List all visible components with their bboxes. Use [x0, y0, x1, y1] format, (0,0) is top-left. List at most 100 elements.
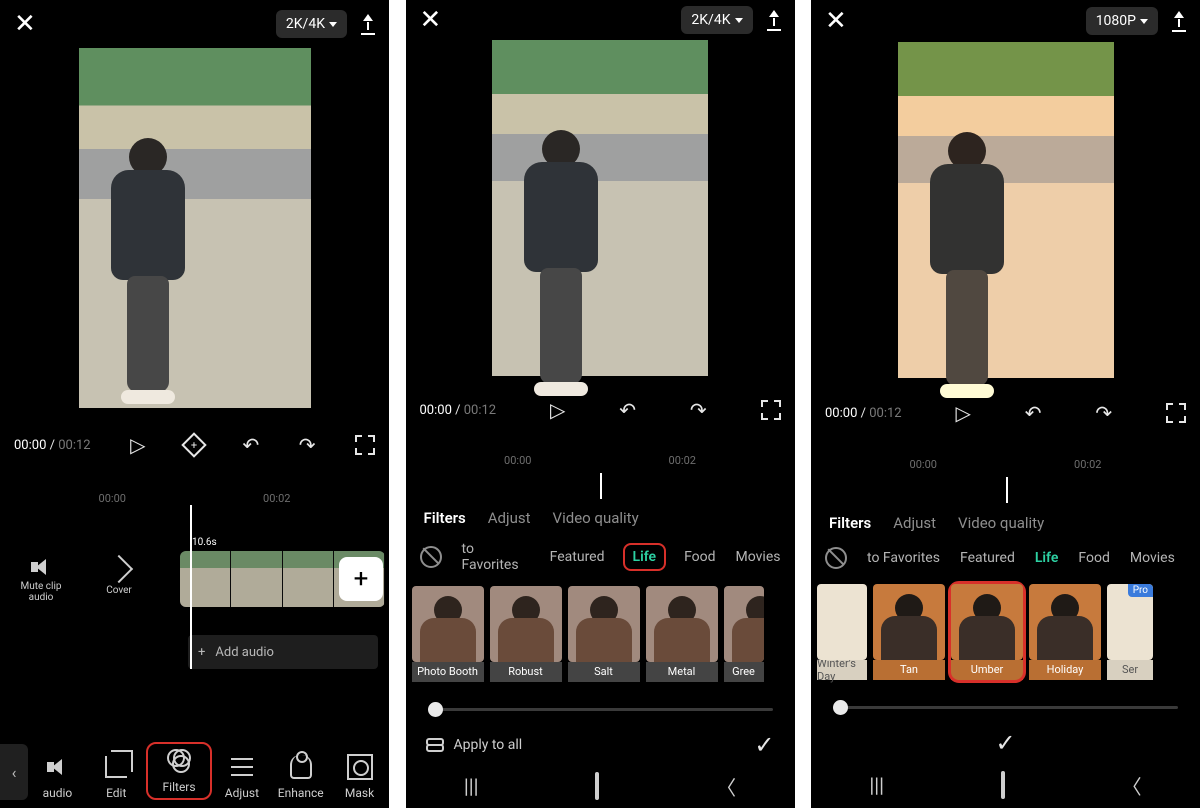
- nav-back-icon[interactable]: 〈: [1122, 771, 1142, 800]
- undo-icon[interactable]: ↶: [619, 398, 636, 422]
- tool-enhance[interactable]: Enhance: [271, 754, 330, 800]
- cat-food[interactable]: Food: [1078, 550, 1109, 566]
- close-icon[interactable]: ✕: [420, 7, 442, 33]
- no-filter-icon[interactable]: [420, 546, 442, 568]
- cat-movies[interactable]: Movies: [1130, 550, 1175, 566]
- filter-ser[interactable]: ProSer: [1107, 584, 1153, 680]
- filter-salt[interactable]: Salt: [568, 586, 640, 682]
- phone-screen-2: ✕ 2K/4K 00:00 / 00:12 ▷ ↶ ↷ 00:0000:02: [406, 0, 795, 808]
- tool-filters[interactable]: Filters: [146, 742, 213, 800]
- timeline-ticks: 00:0000:02: [811, 458, 1200, 471]
- cat-food[interactable]: Food: [684, 549, 715, 565]
- cover-button[interactable]: Cover: [90, 559, 148, 603]
- fullscreen-icon[interactable]: [761, 400, 781, 420]
- tab-filters[interactable]: Filters: [829, 514, 871, 532]
- nav-home-icon[interactable]: [1001, 773, 1005, 797]
- undo-icon[interactable]: ↶: [242, 433, 259, 457]
- resolution-selector[interactable]: 1080P: [1086, 7, 1158, 35]
- add-audio-button[interactable]: + Add audio: [188, 635, 378, 669]
- tab-adjust[interactable]: Adjust: [893, 514, 936, 532]
- filter-metal[interactable]: Metal: [646, 586, 718, 682]
- redo-icon[interactable]: ↷: [1095, 401, 1112, 425]
- play-icon[interactable]: ▷: [130, 433, 145, 457]
- cat-featured[interactable]: Featured: [960, 550, 1015, 566]
- cat-life[interactable]: Life: [1035, 550, 1059, 566]
- mask-icon: [347, 754, 373, 780]
- filter-panel-tabs: Filters Adjust Video quality: [811, 500, 1200, 542]
- tool-mask[interactable]: Mask: [330, 754, 389, 800]
- filter-thumbnails: Winter's Day Tan Umber Holiday ProSer: [811, 574, 1200, 690]
- speaker-icon: [31, 559, 51, 575]
- toolbar-scroll-left[interactable]: ‹: [0, 744, 28, 800]
- phone-screen-3: ✕ 1080P 00:00 / 00:12 ▷ ↶ ↷ 00:0000:02: [811, 0, 1200, 808]
- video-preview[interactable]: [811, 42, 1200, 378]
- play-icon[interactable]: ▷: [955, 401, 970, 425]
- crop-icon: [105, 756, 127, 778]
- playhead[interactable]: [190, 505, 192, 669]
- cat-life[interactable]: Life: [623, 543, 667, 571]
- tool-adjust[interactable]: Adjust: [212, 754, 271, 800]
- close-icon[interactable]: ✕: [825, 8, 847, 34]
- nav-recents-icon[interactable]: |||: [464, 774, 479, 798]
- fullscreen-icon[interactable]: [1166, 403, 1186, 423]
- video-preview[interactable]: [0, 48, 389, 408]
- confirm-icon[interactable]: ✓: [754, 731, 774, 759]
- chevron-down-icon: [735, 18, 743, 23]
- cat-movies[interactable]: Movies: [736, 549, 781, 565]
- filter-gree[interactable]: Gree: [724, 586, 764, 682]
- filter-panel-tabs: Filters Adjust Video quality: [406, 495, 795, 537]
- play-icon[interactable]: ▷: [550, 398, 565, 422]
- export-icon[interactable]: [361, 14, 375, 35]
- filter-holiday[interactable]: Holiday: [1029, 584, 1101, 680]
- playback-time: 00:00 / 00:12: [420, 403, 497, 418]
- resolution-label: 2K/4K: [286, 16, 325, 32]
- android-nav-bar: ||| 〈: [811, 767, 1200, 804]
- filter-thumbnails: Photo Booth Robust Salt Metal Gree: [406, 576, 795, 692]
- stack-icon: [426, 738, 444, 752]
- mute-clip-button[interactable]: Mute clip audio: [12, 559, 70, 603]
- resolution-label: 2K/4K: [691, 12, 730, 28]
- filter-intensity-slider[interactable]: [406, 692, 795, 717]
- audio-icon: [47, 759, 67, 775]
- add-clip-button[interactable]: +: [339, 557, 383, 601]
- cat-favorites[interactable]: to Favorites: [867, 550, 940, 566]
- filter-photo-booth[interactable]: Photo Booth: [412, 586, 484, 682]
- no-filter-icon[interactable]: [825, 547, 847, 569]
- filter-umber[interactable]: Umber: [951, 584, 1023, 680]
- confirm-icon[interactable]: ✓: [995, 729, 1015, 757]
- close-icon[interactable]: ✕: [14, 11, 36, 37]
- redo-icon[interactable]: ↷: [690, 398, 707, 422]
- apply-to-all-button[interactable]: Apply to all: [426, 737, 523, 753]
- nav-back-icon[interactable]: 〈: [716, 772, 736, 801]
- resolution-selector[interactable]: 2K/4K: [276, 10, 347, 38]
- export-icon[interactable]: [1172, 11, 1186, 32]
- chevron-down-icon: [329, 22, 337, 27]
- export-icon[interactable]: [767, 10, 781, 31]
- cat-featured[interactable]: Featured: [550, 549, 605, 565]
- pro-badge: Pro: [1128, 584, 1153, 597]
- filter-robust[interactable]: Robust: [490, 586, 562, 682]
- fullscreen-icon[interactable]: [355, 435, 375, 455]
- resolution-selector[interactable]: 2K/4K: [681, 6, 752, 34]
- keyframe-icon[interactable]: +: [185, 436, 203, 454]
- tool-edit[interactable]: Edit: [87, 754, 146, 800]
- tool-audio[interactable]: audio: [28, 754, 87, 800]
- timeline-ticks: 00:0000:02: [406, 454, 795, 467]
- tab-video-quality[interactable]: Video quality: [553, 509, 639, 527]
- filter-tan[interactable]: Tan: [873, 584, 945, 680]
- video-preview[interactable]: [406, 40, 795, 376]
- filter-winters-day[interactable]: Winter's Day: [817, 584, 867, 680]
- filters-icon: [167, 749, 191, 773]
- playhead[interactable]: [1006, 477, 1008, 503]
- tab-adjust[interactable]: Adjust: [488, 509, 531, 527]
- filter-intensity-slider[interactable]: [811, 690, 1200, 715]
- redo-icon[interactable]: ↷: [299, 433, 316, 457]
- tab-filters[interactable]: Filters: [424, 509, 466, 527]
- nav-recents-icon[interactable]: |||: [869, 773, 884, 797]
- playhead[interactable]: [600, 473, 602, 499]
- cat-favorites[interactable]: to Favorites: [462, 541, 530, 573]
- chevron-down-icon: [1140, 19, 1148, 24]
- undo-icon[interactable]: ↶: [1025, 401, 1042, 425]
- tab-video-quality[interactable]: Video quality: [958, 514, 1044, 532]
- nav-home-icon[interactable]: [595, 774, 599, 798]
